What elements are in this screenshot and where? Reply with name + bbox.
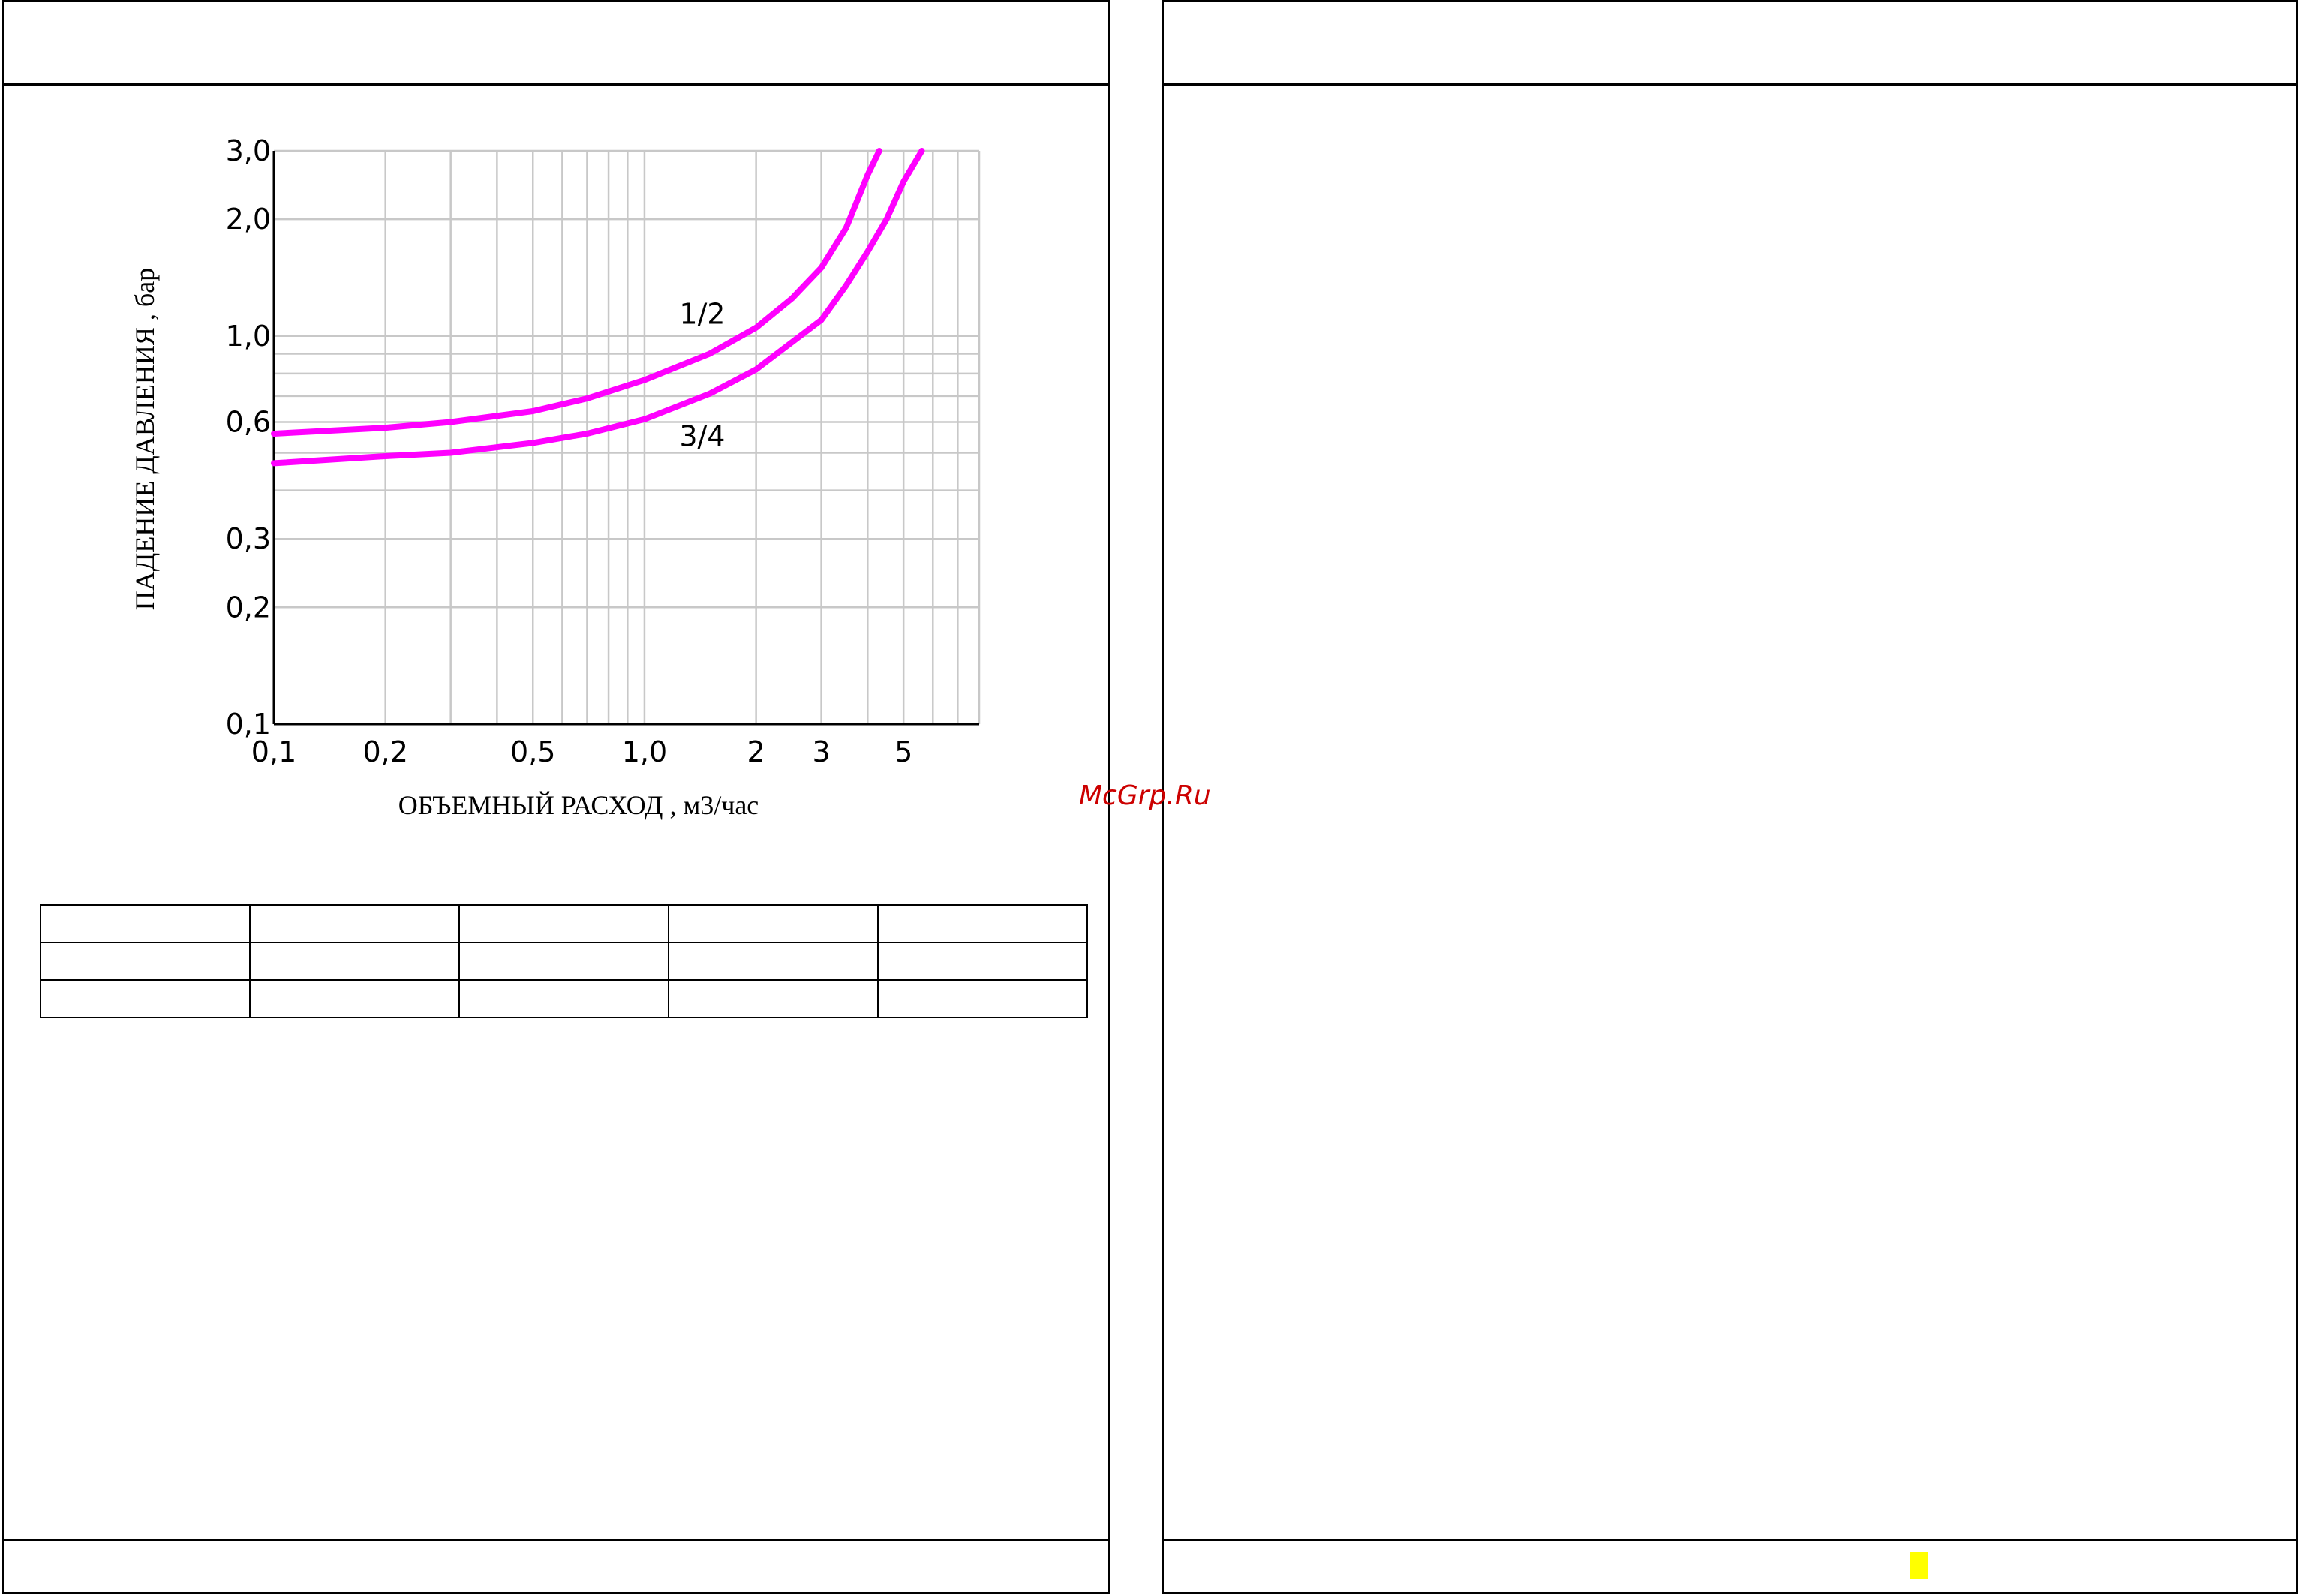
series-line-1-2 [271, 148, 882, 437]
header-divider [1164, 83, 2296, 86]
table-cell [877, 942, 1088, 981]
table-row [40, 979, 1088, 1018]
x-axis-label: ОБЪЕМНЫЙ РАСХОД , м3/час [398, 790, 759, 820]
footer-divider [4, 1539, 1108, 1541]
y-tick-label: 1,0 [226, 320, 271, 353]
y-tick-label: 0,2 [226, 591, 271, 624]
x-tick-label: 1,0 [622, 735, 667, 768]
table-cell [249, 979, 460, 1018]
table-cell [458, 942, 669, 981]
table-cell [458, 904, 669, 943]
left-page: 0,1 0,2 0,5 1,0 2 3 5 0,1 0,2 0,3 0,6 1,0 2,0 3,0 1/2 3… [2, 0, 1110, 1594]
table-cell [668, 904, 879, 943]
table-cell [668, 942, 879, 981]
y-axis-label: ПАДЕНИЕ ДАВЛЕНИЯ , бар [130, 268, 160, 610]
table-cell [40, 904, 251, 943]
watermark: McGrp.Ru [1079, 780, 1211, 811]
table-cell [249, 942, 460, 981]
table-row [40, 904, 1088, 943]
table-cell [458, 979, 669, 1018]
y-tick-label: 0,6 [226, 406, 271, 439]
table-cell [40, 979, 251, 1018]
footer-divider [1164, 1539, 2296, 1541]
x-tick-label: 5 [894, 735, 912, 768]
series-line-3-4 [271, 148, 925, 467]
y-tick-label: 0,1 [226, 708, 271, 741]
x-tick-label: 0,5 [510, 735, 555, 768]
highlight-marker [1910, 1552, 1928, 1579]
table-cell [249, 904, 460, 943]
spec-table [40, 904, 1088, 1018]
table-row [40, 942, 1088, 981]
y-tick-label: 0,3 [226, 522, 271, 555]
series-label: 1/2 [679, 297, 725, 330]
table-cell [877, 979, 1088, 1018]
table-cell [877, 904, 1088, 943]
pressure-drop-chart: 0,1 0,2 0,5 1,0 2 3 50,10,20,30,61,02,03,01/23… [130, 134, 981, 820]
y-tick-label: 3,0 [226, 134, 271, 167]
series-label: 3/4 [679, 420, 725, 453]
right-page [1162, 0, 2298, 1594]
x-tick-label: 0,2 [362, 735, 407, 768]
table-cell [668, 979, 879, 1018]
x-tick-label: 3 [813, 735, 831, 768]
y-tick-label: 2,0 [226, 203, 271, 236]
table-cell [40, 942, 251, 981]
x-tick-label: 2 [747, 735, 765, 768]
